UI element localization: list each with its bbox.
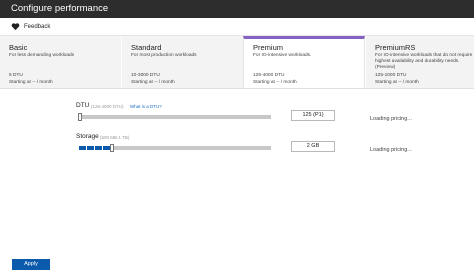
dtu-pricing-status: Loading pricing...: [370, 116, 412, 122]
dtu-slider-track[interactable]: [79, 115, 271, 119]
storage-slider-fill: [79, 146, 110, 150]
tier-basic[interactable]: Basic For less demanding workloads 5 DTU…: [0, 36, 121, 88]
tier-divider: [0, 88, 474, 89]
dtu-range-hint: (125-4000 DTU): [91, 104, 124, 109]
apply-button[interactable]: Apply: [12, 259, 50, 270]
feedback-button[interactable]: Feedback: [11, 22, 50, 31]
tier-price: Starting at -- / month: [375, 80, 419, 85]
storage-slider-thumb[interactable]: [110, 144, 114, 152]
tier-dtu-range: 125-4000 DTU: [253, 73, 285, 78]
tier-name: PremiumRS: [375, 43, 416, 52]
toolbar: Feedback: [0, 18, 474, 36]
tier-description: For IO-intensive workloads that do not r…: [375, 53, 473, 70]
tier-premium[interactable]: Premium For IO-intensive workloads. 125-…: [243, 36, 365, 88]
storage-value-input[interactable]: 2 GB: [291, 141, 335, 152]
tier-dtu-range: 10-3000 DTU: [131, 73, 160, 78]
tier-premiumrs[interactable]: PremiumRS For IO-intensive workloads tha…: [366, 36, 474, 88]
dtu-value-input[interactable]: 125 (P1): [291, 110, 335, 121]
tier-price: Starting at -- / month: [131, 80, 175, 85]
what-is-dtu-link[interactable]: What is a DTU?: [130, 104, 162, 109]
tier-description: For most production workloads: [131, 53, 197, 58]
tier-description: For IO-intensive workloads.: [253, 53, 312, 58]
feedback-label: Feedback: [24, 23, 51, 30]
tier-dtu-range: 125-1000 DTU: [375, 73, 407, 78]
tier-standard[interactable]: Standard For most production workloads 1…: [122, 36, 243, 88]
window-title: Configure performance: [11, 3, 109, 14]
tier-name: Premium: [253, 43, 284, 52]
tier-name: Standard: [131, 43, 162, 52]
tier-description: For less demanding workloads: [9, 53, 75, 58]
dtu-label: DTU: [76, 102, 90, 109]
dtu-slider-thumb[interactable]: [78, 113, 82, 121]
title-bar: Configure performance: [0, 0, 474, 18]
pricing-tier-selector: Basic For less demanding workloads 5 DTU…: [0, 36, 474, 88]
tier-price: Starting at -- / month: [253, 80, 297, 85]
tier-dtu-range: 5 DTU: [9, 73, 23, 78]
heart-icon: [11, 23, 20, 31]
storage-range-hint: (500 MB-1 TB): [100, 135, 130, 140]
storage-label: Storage: [76, 133, 99, 140]
tier-price: Starting at -- / month: [9, 80, 53, 85]
storage-pricing-status: Loading pricing...: [370, 147, 412, 153]
tier-name: Basic: [9, 43, 28, 52]
